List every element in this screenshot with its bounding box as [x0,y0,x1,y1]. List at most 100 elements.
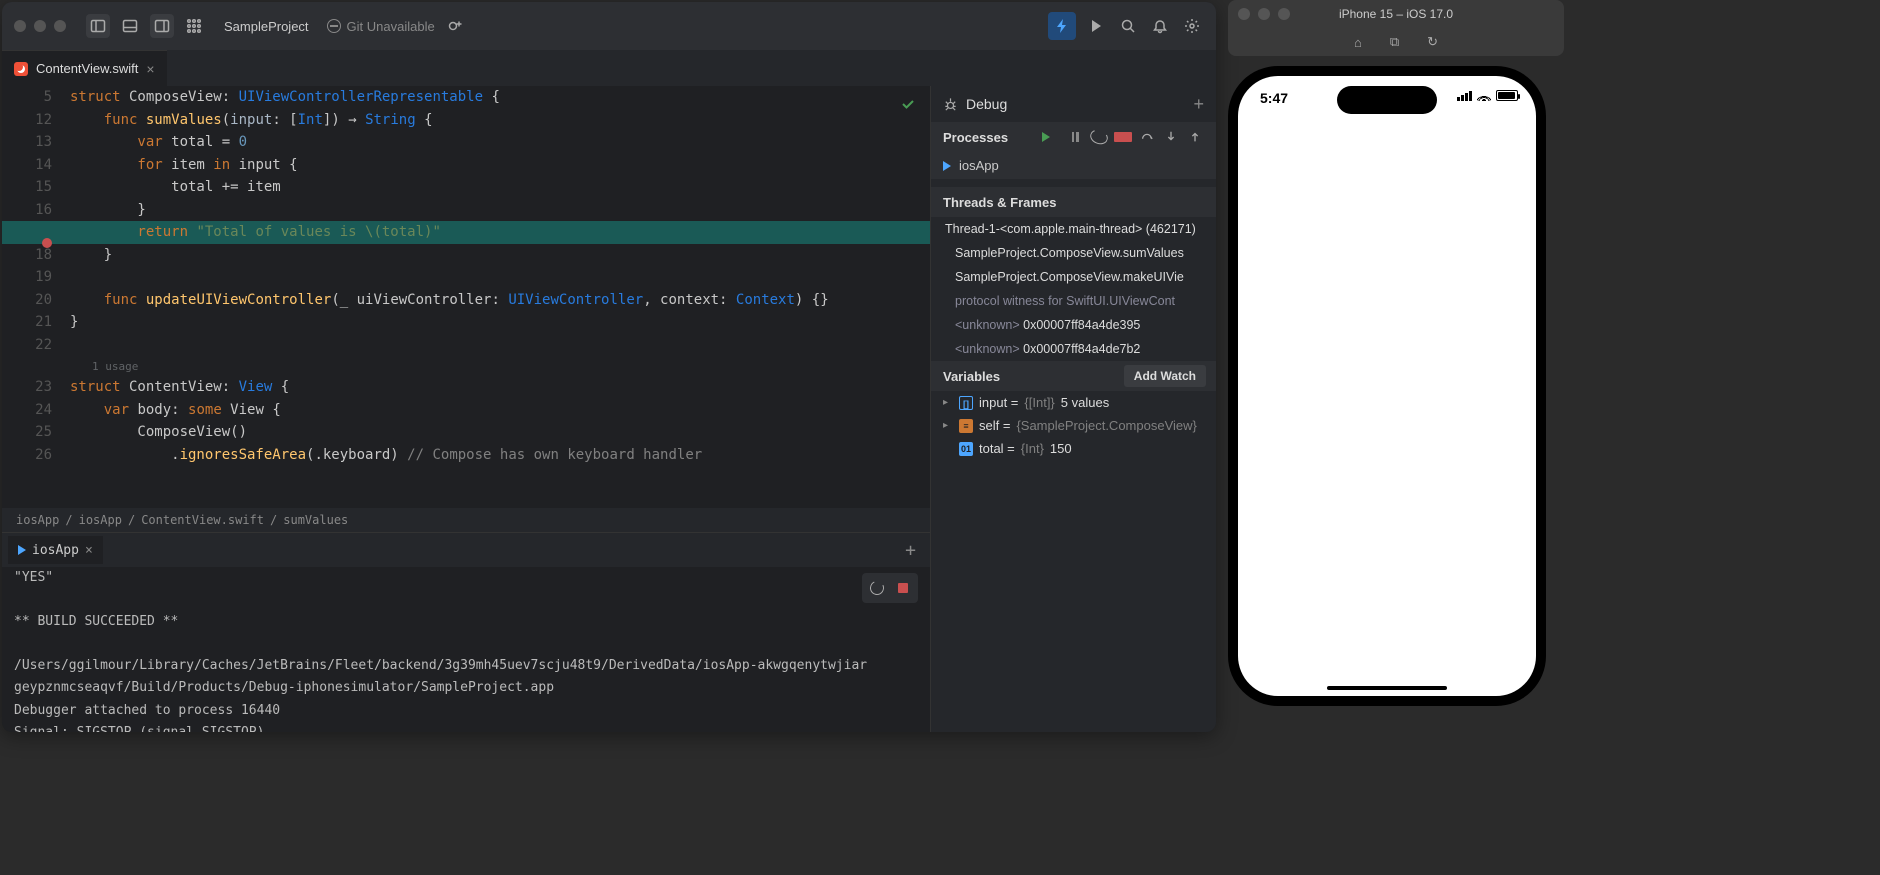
thread-row[interactable]: Thread-1-<com.apple.main-thread> (462171… [931,217,1216,241]
line-number[interactable]: 5 [2,89,70,105]
window-traffic-lights[interactable] [14,20,66,32]
simulator-window: iPhone 15 – iOS 17.0 ⌂ ⧉ ↻ 5:47 [1228,0,1564,875]
frame-row[interactable]: SampleProject.ComposeView.makeUIVie [931,265,1216,289]
left-panel-toggle-icon[interactable] [86,14,110,38]
phone-screen[interactable]: 5:47 [1238,76,1536,696]
line-number[interactable]: 13 [2,134,70,150]
plus-icon[interactable]: + [897,540,924,561]
line-number[interactable]: 14 [2,157,70,173]
minimize-light[interactable] [1258,8,1270,20]
play-icon [18,545,26,555]
stop-icon[interactable] [892,577,914,599]
console[interactable]: "YES" ** BUILD SUCCEEDED ** /Users/ggilm… [2,567,930,732]
variables-section: Variables Add Watch [931,361,1216,391]
line-number[interactable]: 20 [2,292,70,308]
window-traffic-lights[interactable] [1238,8,1290,20]
minimize-light[interactable] [34,20,46,32]
breadcrumb[interactable]: iosApp/ iosApp/ ContentView.swift/ sumVa… [2,508,930,532]
frame-row[interactable]: <unknown> 0x00007ff84a4de7b2 [931,337,1216,361]
project-name[interactable]: SampleProject [214,19,319,34]
variable-row[interactable]: ▸[]input = {[Int]} 5 values [931,391,1216,414]
breadcrumb-seg[interactable]: ContentView.swift [141,513,264,527]
processes-label: Processes [943,130,1008,145]
line-number[interactable]: 12 [2,112,70,128]
search-icon[interactable] [1116,14,1140,38]
apps-grid-icon[interactable] [182,14,206,38]
chevron-right-icon[interactable]: ▸ [943,420,953,431]
code-editor[interactable]: 5struct ComposeView: UIViewControllerRep… [2,86,930,732]
variable-row[interactable]: 01total = {Int} 150 [931,437,1216,460]
add-watch-button[interactable]: Add Watch [1124,365,1206,387]
home-indicator[interactable] [1327,686,1447,690]
threads-section: Threads & Frames [931,187,1216,217]
simulator-titlebar[interactable]: iPhone 15 – iOS 17.0 [1228,0,1564,28]
home-icon[interactable]: ⌂ [1354,35,1362,50]
file-tab-contentview[interactable]: ContentView.swift × [2,50,167,86]
step-out-icon[interactable] [1186,130,1204,144]
run-icon[interactable] [1084,14,1108,38]
git-status[interactable]: Git Unavailable [327,19,435,34]
ide-window: SampleProject Git Unavailable ContentVie… [2,2,1216,732]
console-line: ** BUILD SUCCEEDED ** [14,611,918,633]
swift-icon [14,62,28,76]
reload-icon[interactable] [1090,130,1108,144]
screenshot-icon[interactable]: ⧉ [1390,34,1399,50]
breadcrumb-seg[interactable]: sumValues [283,513,348,527]
variable-row[interactable]: ▸≡self ={SampleProject.ComposeView} [931,414,1216,437]
add-vcs-icon[interactable] [443,14,467,38]
pause-icon[interactable] [1066,130,1084,144]
close-icon[interactable]: × [85,543,93,558]
variables-label: Variables [943,369,1000,384]
play-icon [943,161,951,171]
threads-label: Threads & Frames [943,195,1056,210]
bottom-panel-toggle-icon[interactable] [118,14,142,38]
console-line: /Users/ggilmour/Library/Caches/JetBrains… [14,655,918,677]
bug-icon [943,97,958,112]
line-number[interactable]: 26 [2,447,70,463]
close-icon[interactable]: × [146,61,154,77]
status-icons [1457,90,1518,101]
settings-icon[interactable] [1180,14,1204,38]
debug-header: Debug + [931,86,1216,122]
stop-icon[interactable] [1114,130,1132,144]
plus-icon[interactable]: + [1193,94,1204,115]
right-panel-toggle-icon[interactable] [150,14,174,38]
step-over-icon[interactable] [1138,130,1156,144]
line-number[interactable]: 22 [2,337,70,353]
breadcrumb-seg[interactable]: iosApp [79,513,122,527]
run-tab-label: iosApp [32,543,79,558]
line-number[interactable]: 24 [2,402,70,418]
frame-row[interactable]: SampleProject.ComposeView.sumValues [931,241,1216,265]
zoom-light[interactable] [54,20,66,32]
line-number[interactable]: 25 [2,424,70,440]
line-number[interactable]: 16 [2,202,70,218]
line-number[interactable]: 21 [2,314,70,330]
frame-row[interactable]: <unknown> 0x00007ff84a4de395 [931,313,1216,337]
bottom-panel: iosApp × + "YES" ** BUILD SUCCEEDED ** /… [2,532,930,732]
zoom-light[interactable] [1278,8,1290,20]
frame-row[interactable]: protocol witness for SwiftUI.UIViewCont [931,289,1216,313]
usage-hint[interactable]: 1 usage [2,356,930,376]
line-number[interactable]: 19 [2,269,70,285]
notifications-icon[interactable] [1148,14,1172,38]
process-item[interactable]: iosApp [931,152,1216,179]
step-into-icon[interactable] [1162,130,1180,144]
reload-icon[interactable] [866,577,888,599]
breakpoint-line[interactable]: return "Total of values is \(total)" [2,221,930,244]
console-line: "YES" [14,567,918,589]
simulator-toolbar: ⌂ ⧉ ↻ [1228,28,1564,56]
close-light[interactable] [1238,8,1250,20]
resume-icon[interactable] [1042,130,1060,144]
chevron-right-icon[interactable]: ▸ [943,397,953,408]
close-light[interactable] [14,20,26,32]
line-number[interactable]: 15 [2,179,70,195]
line-number[interactable]: 18 [2,247,70,263]
file-tabs: ContentView.swift × [2,50,1216,86]
breadcrumb-seg[interactable]: iosApp [16,513,59,527]
console-line: geypznmcseaqvf/Build/Products/Debug-ipho… [14,677,918,699]
run-tab-iosapp[interactable]: iosApp × [8,536,103,564]
line-number[interactable]: 23 [2,379,70,395]
dynamic-island [1337,86,1437,114]
rotate-icon[interactable]: ↻ [1427,34,1438,50]
bolt-icon[interactable] [1048,12,1076,40]
